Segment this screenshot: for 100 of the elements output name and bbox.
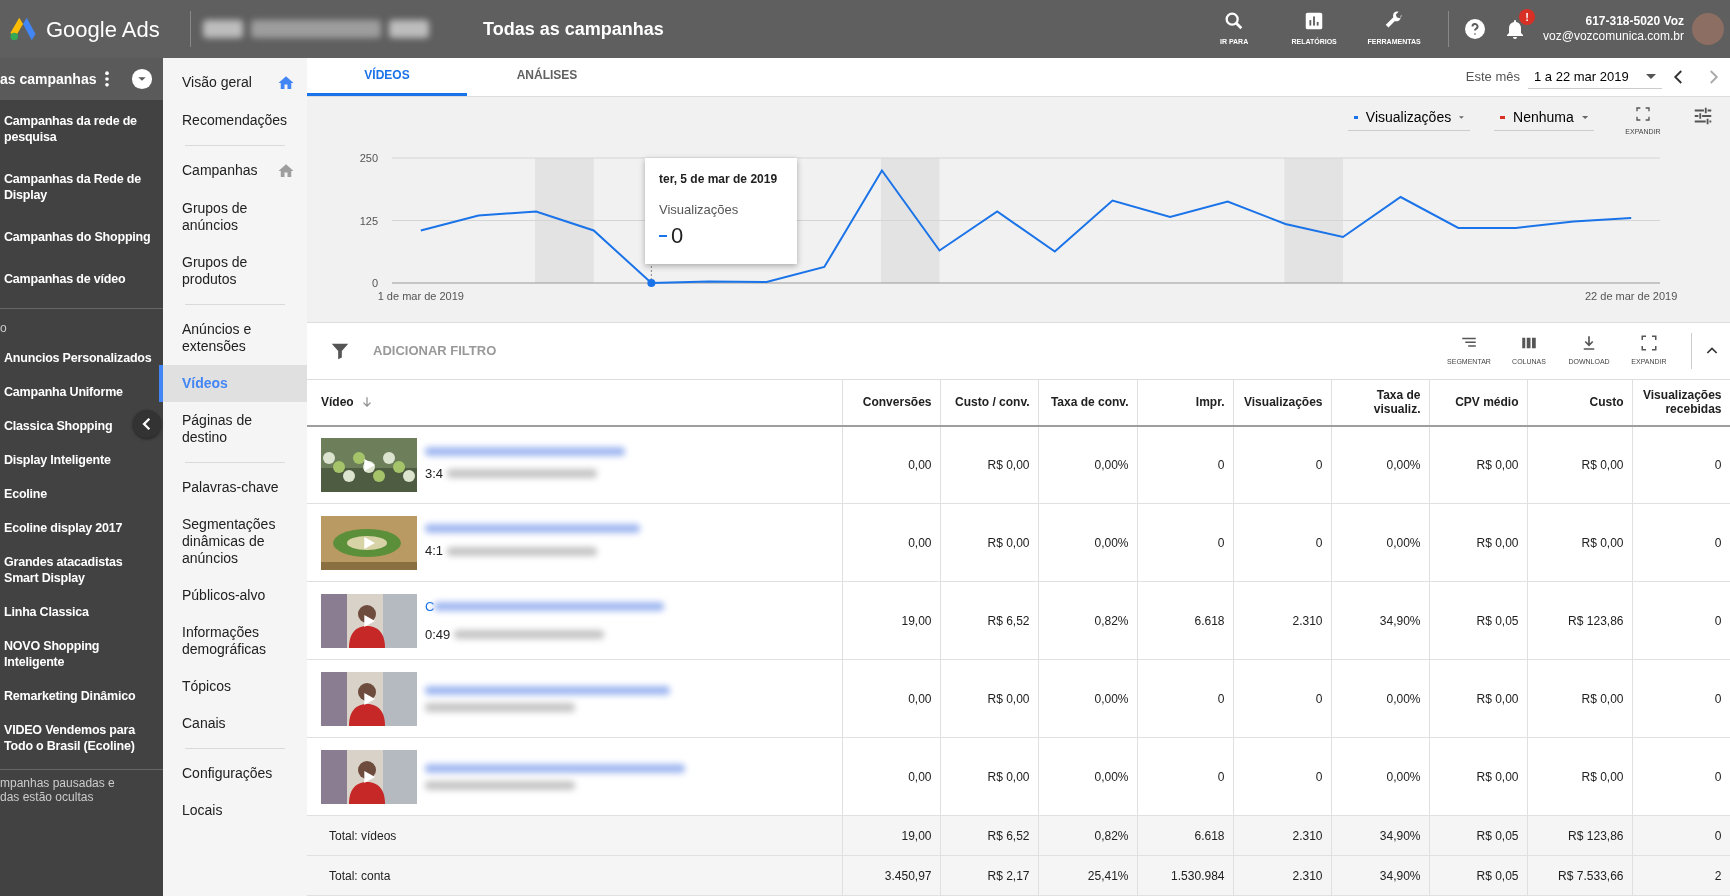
- nav-item[interactable]: Grupos de produtos: [159, 244, 307, 298]
- video-title-link[interactable]: C: [425, 597, 435, 617]
- dropdown-icon[interactable]: [131, 68, 153, 90]
- table-cell: R$ 0,00: [940, 737, 1038, 816]
- table-cell: 0: [1137, 503, 1233, 582]
- column-header[interactable]: Impr.: [1137, 379, 1233, 426]
- table-cell: 2: [1632, 855, 1730, 896]
- help-icon[interactable]: [1463, 17, 1488, 41]
- campaign-item[interactable]: Display Inteligente: [0, 443, 119, 477]
- play-icon[interactable]: [361, 612, 377, 629]
- table-cell: R$ 0,00: [940, 659, 1038, 738]
- table-cell: R$ 6,52: [940, 815, 1038, 856]
- column-header[interactable]: Taxa de conv.: [1038, 379, 1137, 426]
- table-cell: 0,00%: [1038, 425, 1137, 504]
- nav-item[interactable]: Anúncios e extensões: [159, 311, 307, 365]
- table-cell: 34,90%: [1331, 855, 1429, 896]
- table-cell: 0,00%: [1038, 659, 1137, 738]
- table-cell: R$ 0,00: [1527, 503, 1632, 582]
- nav-item[interactable]: Visão geral: [159, 64, 307, 102]
- home-icon[interactable]: [277, 74, 295, 92]
- column-header[interactable]: Vídeo: [307, 379, 842, 426]
- tooltip-value: 0: [671, 222, 684, 251]
- table-cell: 0,00: [842, 737, 940, 816]
- tab[interactable]: ANÁLISES: [467, 58, 627, 96]
- table-cell: 19,00: [842, 815, 940, 856]
- date-range-dropdown[interactable]: 1 a 22 mar 2019: [1528, 64, 1662, 90]
- table-cell: R$ 0,00: [1527, 659, 1632, 738]
- table-cell: R$ 2,17: [940, 855, 1038, 896]
- campaign-item[interactable]: Classica Shopping: [0, 409, 121, 443]
- campaign-item[interactable]: Anuncios Personalizados: [0, 341, 160, 375]
- expand-icon: [1635, 105, 1651, 122]
- video-duration: 0:49: [425, 625, 451, 644]
- campaign-item[interactable]: Remarketing Dinâmico: [0, 679, 144, 713]
- column-header[interactable]: Custo: [1527, 379, 1632, 426]
- table-cell: R$ 0,00: [940, 503, 1038, 582]
- table-cell: R$ 0,00: [1527, 425, 1632, 504]
- table-cell: R$ 7.533,66: [1527, 855, 1632, 896]
- notification-badge: !: [1519, 9, 1536, 25]
- column-header[interactable]: Custo / conv.: [940, 379, 1038, 426]
- column-header[interactable]: CPV médio: [1429, 379, 1527, 426]
- campaign-item[interactable]: Campanhas de vídeo: [0, 258, 134, 300]
- campaign-item[interactable]: Ecoline display 2017: [0, 511, 131, 545]
- section-label: o: [0, 320, 8, 337]
- nav-item[interactable]: Palavras-chave: [159, 469, 307, 506]
- play-icon[interactable]: [361, 534, 377, 551]
- table-cell: R$ 6,52: [940, 581, 1038, 660]
- table-cell: 0,00%: [1331, 503, 1429, 582]
- table-cell: 0,00%: [1038, 503, 1137, 582]
- data-point: [647, 278, 656, 287]
- campaign-item[interactable]: Linha Classica: [0, 595, 97, 629]
- video-duration: 4:1: [425, 542, 444, 561]
- table-cell: 0: [1233, 425, 1331, 504]
- table-cell: R$ 123,86: [1527, 815, 1632, 856]
- campaign-item[interactable]: Campanha Uniforme: [0, 375, 131, 409]
- nav-item[interactable]: Páginas de destino: [159, 402, 307, 456]
- play-icon[interactable]: [361, 690, 377, 707]
- table-cell: 0: [1137, 737, 1233, 816]
- product-name: Google Ads: [46, 15, 160, 44]
- table-cell: 34,90%: [1331, 581, 1429, 660]
- table-cell: 2.310: [1233, 581, 1331, 660]
- campaign-item[interactable]: Campanhas do Shopping: [0, 216, 159, 258]
- total-label: Total: conta: [307, 855, 842, 896]
- account-id: 617-318-5020 Voz: [1584, 14, 1684, 29]
- legend-marker: [659, 234, 667, 237]
- axis-label: 125: [359, 214, 378, 227]
- table-cell: R$ 0,00: [1429, 737, 1527, 816]
- column-header[interactable]: Visualizações recebidas: [1632, 379, 1730, 426]
- table-cell: 0: [1137, 659, 1233, 738]
- table-cell: 0,00%: [1331, 737, 1429, 816]
- table-cell: 0,82%: [1038, 581, 1137, 660]
- axis-label: 0: [371, 276, 378, 289]
- axis-label: 22 de mar de 2019: [1585, 289, 1678, 302]
- caret-icon: [1581, 114, 1588, 120]
- table-cell: 0: [1632, 503, 1730, 582]
- table-cell: 3.450,97: [842, 855, 940, 896]
- metric-dropdown[interactable]: Nenhuma: [1494, 104, 1594, 131]
- table-cell: R$ 0,00: [1527, 737, 1632, 816]
- table-cell: R$ 0,05: [1429, 581, 1527, 660]
- table-cell: R$ 0,00: [1429, 425, 1527, 504]
- column-header[interactable]: Conversões: [842, 379, 940, 426]
- table-cell: R$ 0,05: [1429, 815, 1527, 856]
- table-cell: 1.530.984: [1137, 855, 1233, 896]
- table-cell: R$ 0,05: [1429, 855, 1527, 896]
- play-icon[interactable]: [361, 456, 377, 473]
- table-cell: 0: [1233, 503, 1331, 582]
- total-label: Total: vídeos: [307, 815, 842, 856]
- play-icon[interactable]: [361, 768, 377, 785]
- table-cell: 34,90%: [1331, 815, 1429, 856]
- metric-dropdown[interactable]: Visualizações: [1348, 104, 1470, 131]
- caret-icon: [1646, 73, 1656, 79]
- campaign-item[interactable]: Ecoline: [0, 477, 56, 511]
- table-cell: 2.310: [1233, 855, 1331, 896]
- table-cell: R$ 0,00: [1429, 503, 1527, 582]
- nav-item[interactable]: Locais: [159, 792, 307, 829]
- column-header[interactable]: Visualizações: [1233, 379, 1331, 426]
- account-email: voz@vozcomunica.com.br: [1543, 29, 1684, 44]
- table-cell: 25,41%: [1038, 855, 1137, 896]
- table-cell: 0,00: [842, 659, 940, 738]
- column-header[interactable]: Taxa de visualiz.: [1331, 379, 1429, 426]
- table-cell: 0,00: [842, 425, 940, 504]
